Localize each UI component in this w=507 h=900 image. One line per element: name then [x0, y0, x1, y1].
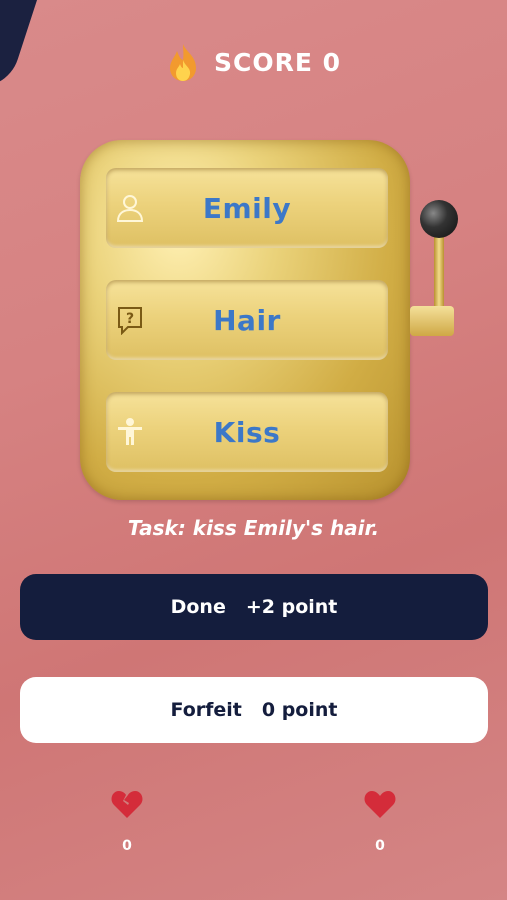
heart-icon — [364, 791, 396, 818]
broken-heart-icon — [111, 791, 143, 818]
forfeit-button[interactable]: Forfeit 0 point — [20, 677, 488, 743]
action-figure-icon — [118, 418, 142, 445]
svg-text:?: ? — [126, 311, 134, 327]
reel-action: Kiss — [106, 392, 388, 472]
question-icon: ? — [118, 307, 142, 335]
forfeit-label: Forfeit — [170, 699, 242, 721]
broken-hearts-stat: 0 — [107, 788, 147, 854]
reel-body-part: ? Hair — [106, 280, 388, 360]
broken-hearts-count: 0 — [122, 838, 132, 854]
reel-name-label: Emily — [202, 191, 292, 225]
score-display: SCORE 0 — [0, 42, 507, 82]
done-label: Done — [170, 596, 226, 618]
score-label: SCORE 0 — [213, 47, 342, 77]
lever-base — [410, 306, 454, 336]
done-button[interactable]: Done +2 point — [20, 574, 488, 640]
forfeit-points: 0 point — [261, 699, 338, 721]
hearts-count: 0 — [375, 838, 385, 854]
reel-action-label: Kiss — [213, 415, 281, 449]
person-icon — [116, 195, 144, 222]
fire-icon — [169, 44, 196, 81]
done-points: +2 point — [245, 596, 338, 618]
reel-body-part-label: Hair — [213, 303, 281, 337]
hearts-stat: 0 — [360, 788, 400, 854]
task-text: Task: kiss Emily's hair. — [127, 516, 380, 540]
reel-name: Emily — [106, 168, 388, 248]
slot-machine: Emily ? Hair Kiss — [80, 140, 410, 500]
lever-knob[interactable] — [420, 200, 458, 238]
